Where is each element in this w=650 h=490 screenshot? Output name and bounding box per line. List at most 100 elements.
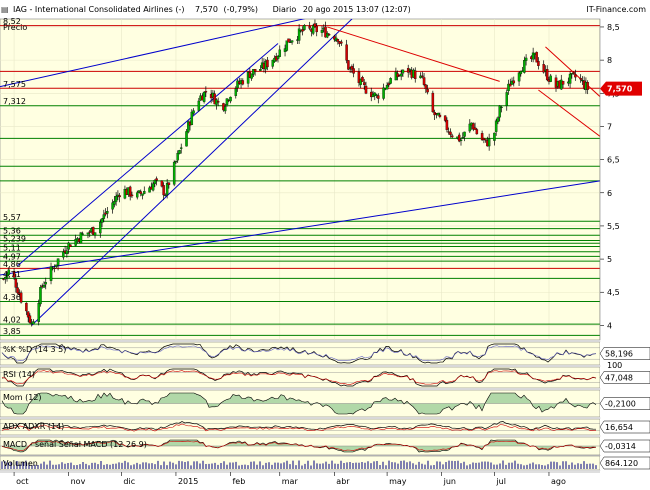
candle-body bbox=[266, 59, 269, 68]
logo-icon: ▤ bbox=[1, 5, 9, 14]
indicator-value: -0,2100 bbox=[605, 400, 636, 409]
candle-body bbox=[290, 40, 294, 43]
candle-body bbox=[413, 70, 417, 80]
level-label: 4,71 bbox=[3, 270, 21, 279]
indicator-bg bbox=[0, 455, 601, 471]
x-tick-label: jul bbox=[495, 477, 506, 486]
x-tick-label: nov bbox=[71, 477, 86, 486]
candle-body bbox=[431, 92, 435, 113]
candle-body bbox=[364, 85, 368, 94]
candle-body bbox=[426, 89, 429, 93]
candle-body bbox=[172, 161, 176, 185]
candle-body bbox=[287, 38, 290, 43]
header-extra: (-) bbox=[175, 5, 184, 14]
indicator-label: RSI (14) bbox=[3, 370, 35, 379]
stock-chart[interactable]: ▤ IAG - International Consolidated Airli… bbox=[0, 0, 650, 490]
candle-body bbox=[303, 25, 306, 30]
candle-body bbox=[14, 278, 18, 288]
x-tick-label: abr bbox=[336, 477, 350, 486]
candle-body bbox=[192, 110, 195, 114]
header-period: Diario bbox=[273, 5, 297, 14]
candle-body bbox=[49, 266, 53, 281]
candle-body bbox=[167, 182, 171, 185]
x-tick-label: 2015 bbox=[178, 477, 198, 486]
candle-body bbox=[241, 80, 245, 85]
header-symbol: IAG bbox=[13, 5, 27, 14]
candle-body bbox=[352, 68, 355, 74]
indicator-mom: Mom (12) -0,2100 bbox=[0, 389, 650, 418]
candle-body bbox=[377, 95, 380, 99]
y-tick-label: 8,5 bbox=[607, 23, 620, 32]
candle-body bbox=[336, 39, 340, 42]
candle-body bbox=[345, 44, 348, 61]
candle-body bbox=[424, 84, 428, 90]
y-tick-label: 6,5 bbox=[607, 156, 620, 165]
indicator-value: 864.120 bbox=[605, 459, 638, 468]
candle-body bbox=[496, 117, 500, 123]
candle-body bbox=[494, 120, 498, 132]
candle-body bbox=[153, 180, 157, 184]
candle-body bbox=[223, 106, 227, 112]
candle-body bbox=[102, 214, 106, 219]
candle-body bbox=[449, 131, 452, 135]
candle-body bbox=[421, 75, 424, 77]
candle-body bbox=[179, 147, 183, 149]
candle-body bbox=[399, 73, 403, 77]
candle-body bbox=[574, 74, 577, 78]
candle-body bbox=[32, 321, 35, 325]
y-tick-label: 6 bbox=[607, 189, 612, 198]
candle-body bbox=[537, 61, 540, 66]
candle-body bbox=[197, 100, 201, 111]
indicator-%k: %K %D (14 3 5) 58,196 bbox=[0, 341, 650, 366]
last-price-tag: 7,570 bbox=[600, 81, 642, 96]
candle-body bbox=[190, 111, 194, 126]
level-label: 5,11 bbox=[3, 243, 21, 252]
level-label: 4,02 bbox=[3, 316, 21, 325]
candle-body bbox=[178, 150, 181, 154]
candle-body bbox=[151, 183, 155, 191]
candle-body bbox=[362, 82, 366, 86]
candle-body bbox=[86, 232, 90, 235]
candle-body bbox=[37, 303, 40, 323]
indicator-value: 58,196 bbox=[605, 350, 633, 359]
candle-body bbox=[315, 25, 318, 33]
price-panel[interactable]: 8,527,5757,3125,575,365,2395,114,974,864… bbox=[0, 0, 601, 341]
indicator-macd: MACD - señal Señal MACD (12 26 9) -0,0314 bbox=[0, 436, 650, 456]
x-tick-label: mar bbox=[282, 477, 299, 486]
candle-body bbox=[106, 211, 109, 214]
candle-body bbox=[65, 250, 69, 255]
candle-body bbox=[387, 83, 391, 86]
candle-body bbox=[568, 73, 572, 84]
candle-body bbox=[401, 69, 405, 74]
header-brand[interactable]: IT-Finance.com bbox=[586, 5, 646, 14]
candle-body bbox=[278, 49, 282, 57]
candle-body bbox=[234, 88, 238, 96]
candle-body bbox=[450, 135, 454, 138]
price-axis-title: Precio bbox=[3, 23, 27, 32]
candle-body bbox=[320, 30, 324, 33]
indicator-value: 16,654 bbox=[605, 423, 633, 432]
level-label: 5,57 bbox=[3, 213, 21, 222]
indicator-label: %K %D (14 3 5) bbox=[3, 345, 66, 354]
indicator-panels: %K %D (14 3 5) 58,196 RSI (14) 47,048 100 Mom… bbox=[0, 341, 650, 471]
x-tick-label: feb bbox=[232, 477, 245, 486]
candle-body bbox=[259, 69, 262, 71]
candle-body bbox=[572, 72, 575, 74]
candle-body bbox=[561, 80, 565, 85]
level-label: 7,575 bbox=[3, 80, 26, 89]
indicator-top-label: 100 bbox=[607, 361, 622, 370]
candle-body bbox=[523, 60, 526, 73]
candle-body bbox=[139, 191, 143, 194]
indicator-label: Volumen bbox=[3, 459, 38, 468]
candle-body bbox=[493, 132, 496, 141]
candle-body bbox=[44, 282, 47, 285]
x-tick-label: may bbox=[389, 477, 407, 486]
indicator-label: MACD - señal Señal MACD (12 26 9) bbox=[3, 440, 147, 449]
indicator-adx: ADX ADXR (14) 16,654 bbox=[0, 418, 650, 436]
level-label: 3,85 bbox=[3, 327, 21, 336]
candle-body bbox=[185, 131, 188, 147]
candle-body bbox=[216, 101, 220, 103]
indicator-value: -0,0314 bbox=[605, 442, 636, 451]
candle-body bbox=[545, 68, 549, 81]
candle-body bbox=[461, 137, 465, 139]
